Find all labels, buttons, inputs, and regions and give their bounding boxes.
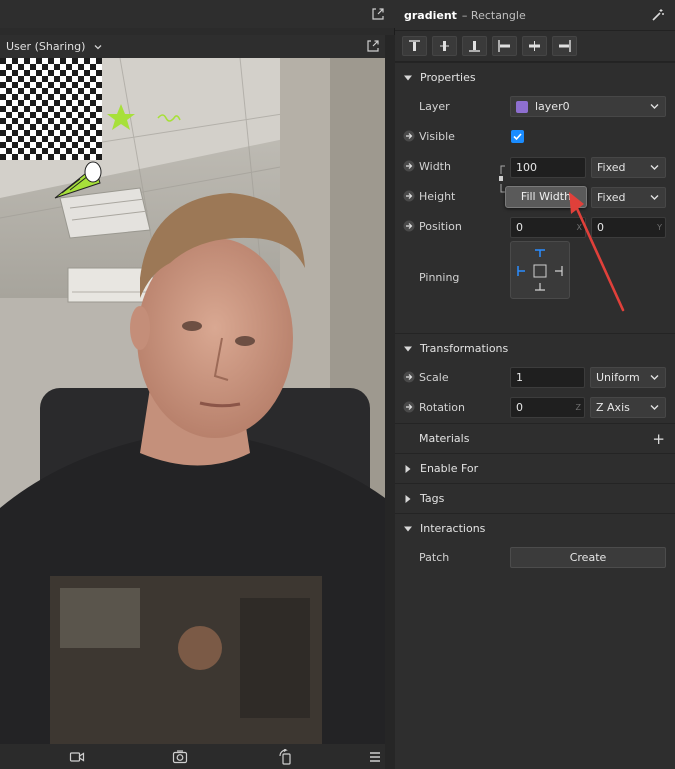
section-properties[interactable]: Properties <box>395 62 675 92</box>
patch-arrow-icon[interactable] <box>403 401 415 413</box>
height-mode-select[interactable]: Fixed <box>591 187 666 208</box>
open-external-icon[interactable] <box>371 7 385 21</box>
patch-arrow-icon[interactable] <box>403 190 415 202</box>
section-interactions-title: Interactions <box>420 522 486 535</box>
object-type: – Rectangle <box>461 8 526 22</box>
align-middle-icon[interactable] <box>432 36 457 56</box>
rotation-axis-select[interactable]: Z Axis <box>590 397 666 418</box>
viewer-scrollbar[interactable] <box>385 35 395 769</box>
position-y-value: 0 <box>597 221 604 234</box>
layer-label: Layer <box>419 100 450 113</box>
chevron-down-icon <box>650 375 659 380</box>
rotation-row: Rotation 0 Z Z Axis <box>395 393 675 423</box>
position-x-value: 0 <box>516 221 523 234</box>
section-interactions[interactable]: Interactions <box>395 513 675 543</box>
layer-select[interactable]: layer0 <box>510 96 666 117</box>
rotation-axis-value: Z Axis <box>596 401 630 414</box>
section-enable-for-title: Enable For <box>420 462 479 475</box>
rotation-unit: Z <box>575 403 581 412</box>
rotate-device-icon[interactable] <box>278 749 294 765</box>
layer-row: Layer layer0 <box>395 92 675 122</box>
pinning-label: Pinning <box>419 271 460 284</box>
chevron-down-icon <box>93 42 103 52</box>
chevron-down-icon <box>650 104 659 109</box>
collapse-triangle-icon <box>404 346 412 351</box>
patch-arrow-icon[interactable] <box>403 371 415 383</box>
unit-x: X <box>576 223 582 232</box>
scale-mode-value: Uniform <box>596 371 640 384</box>
chevron-down-icon <box>650 405 659 410</box>
camera-controls <box>0 744 385 769</box>
layer-value: layer0 <box>535 100 570 113</box>
scale-label: Scale <box>419 371 449 384</box>
section-tags-title: Tags <box>420 492 445 505</box>
magic-wand-icon[interactable] <box>651 8 665 22</box>
width-input[interactable]: 100 <box>510 157 586 178</box>
object-name: gradient <box>404 8 457 22</box>
section-materials[interactable]: Materials + <box>395 423 675 453</box>
position-x-input[interactable]: 0 X <box>510 217 586 238</box>
unit-y: Y <box>657 223 662 232</box>
section-properties-title: Properties <box>420 71 476 84</box>
width-row: Width 100 Fixed <box>395 152 675 182</box>
patch-row: Patch Create <box>395 543 675 573</box>
align-center-icon[interactable] <box>522 36 547 56</box>
user-selector[interactable]: User (Sharing) <box>0 35 385 58</box>
section-transformations-title: Transformations <box>420 342 509 355</box>
patch-label: Patch <box>419 551 450 564</box>
pinning-widget[interactable] <box>510 241 570 299</box>
menu-icon[interactable] <box>367 749 383 765</box>
width-mode-select[interactable]: Fixed <box>591 157 666 178</box>
rotation-input[interactable]: 0 Z <box>510 397 585 418</box>
section-enable-for[interactable]: Enable For <box>395 453 675 483</box>
align-left-icon[interactable] <box>492 36 517 56</box>
section-transformations[interactable]: Transformations <box>395 333 675 363</box>
align-right-icon[interactable] <box>552 36 577 56</box>
section-tags[interactable]: Tags <box>395 483 675 513</box>
inspector-panel: gradient – Rectangle Properties Layer la… <box>395 0 675 769</box>
layer-color-swatch <box>516 101 528 113</box>
height-mode-value: Fixed <box>597 191 626 204</box>
scale-row: Scale 1 Uniform <box>395 363 675 393</box>
inspector-header: gradient – Rectangle <box>395 0 675 31</box>
fill-width-tooltip: Fill Width <box>505 186 587 208</box>
position-y-input[interactable]: 0 Y <box>591 217 666 238</box>
switch-camera-icon[interactable] <box>172 749 188 765</box>
visible-row: Visible <box>395 122 675 152</box>
scale-mode-select[interactable]: Uniform <box>590 367 666 388</box>
collapse-triangle-icon <box>404 526 412 531</box>
width-label: Width <box>419 160 451 173</box>
align-bottom-icon[interactable] <box>462 36 487 56</box>
patch-arrow-icon[interactable] <box>403 220 415 232</box>
alignment-toolbar <box>395 31 675 62</box>
rotation-value: 0 <box>516 401 523 414</box>
viewer-panel: User (Sharing) <box>0 0 395 769</box>
collapse-triangle-icon <box>404 75 412 80</box>
height-label: Height <box>419 190 456 203</box>
position-row: Position 0 X 0 Y <box>395 212 675 242</box>
patch-arrow-icon[interactable] <box>403 130 415 142</box>
chevron-down-icon <box>650 195 659 200</box>
rotation-label: Rotation <box>419 401 466 414</box>
add-material-icon[interactable]: + <box>652 430 665 448</box>
position-label: Position <box>419 220 462 233</box>
user-selector-label: User (Sharing) <box>6 40 86 53</box>
create-patch-button[interactable]: Create <box>510 547 666 568</box>
viewer-topbar <box>0 0 395 28</box>
pop-out-icon[interactable] <box>366 39 380 53</box>
visible-label: Visible <box>419 130 455 143</box>
section-materials-title: Materials <box>419 432 470 445</box>
align-top-icon[interactable] <box>402 36 427 56</box>
width-mode-value: Fixed <box>597 161 626 174</box>
video-camera-icon[interactable] <box>69 749 85 765</box>
chevron-down-icon <box>650 165 659 170</box>
expand-triangle-icon <box>405 494 411 503</box>
scale-input[interactable]: 1 <box>510 367 585 388</box>
camera-preview[interactable] <box>0 58 385 744</box>
expand-triangle-icon <box>405 464 411 473</box>
patch-arrow-icon[interactable] <box>403 160 415 172</box>
visible-checkbox[interactable] <box>511 130 524 143</box>
